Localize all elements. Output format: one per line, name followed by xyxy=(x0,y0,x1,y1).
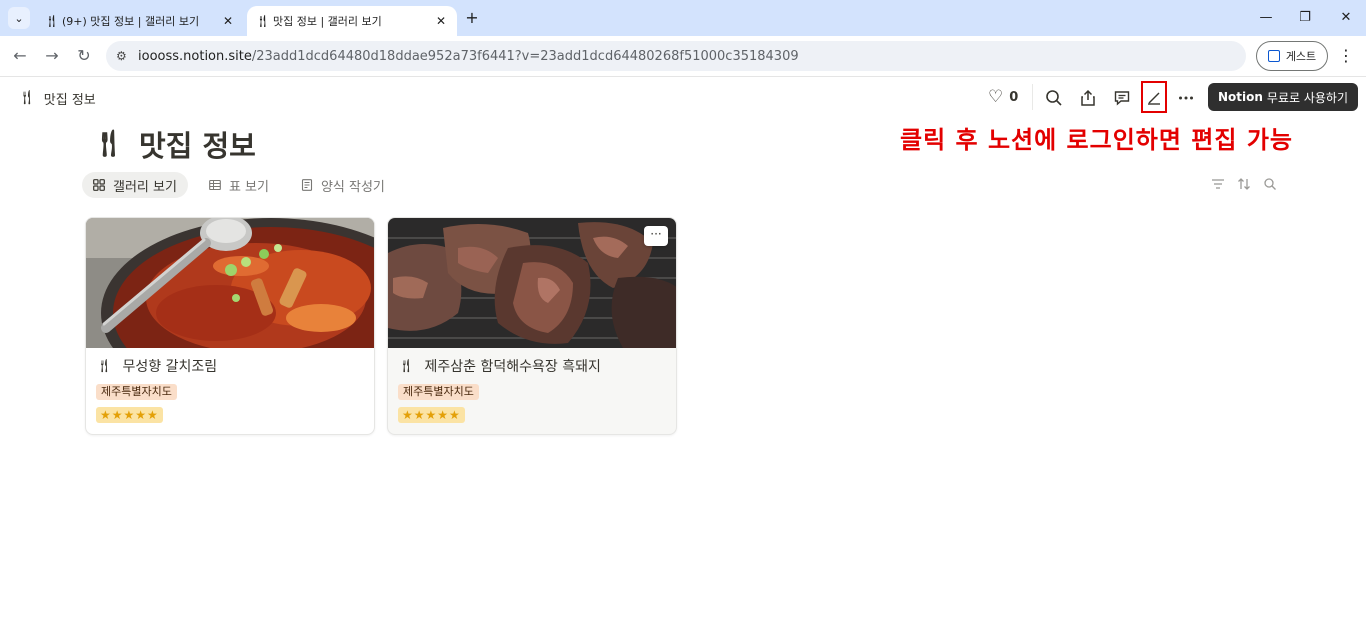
profile-label: 게스트 xyxy=(1285,50,1317,63)
card-title-text: 제주삼춘 함덕해수욕장 흑돼지 xyxy=(424,359,601,375)
gallery-card[interactable]: 🍴︎ 무성향 갈치조림 제주특별자치도 ★★★★★ xyxy=(85,217,375,435)
address-bar[interactable]: ⚙ ioooss.notion.site/23add1dcd64480d18dd… xyxy=(106,41,1246,71)
url-host: ioooss.notion.site xyxy=(138,48,252,64)
fork-knife-icon: 🍴︎ xyxy=(92,129,126,159)
minimize-button[interactable]: — xyxy=(1254,8,1278,28)
search-icon xyxy=(1046,90,1062,106)
profile-icon xyxy=(1267,50,1280,62)
fork-knife-icon: 🍴︎ xyxy=(398,358,415,374)
reload-button[interactable]: ↻ xyxy=(72,44,96,68)
tab-gallery-view[interactable]: 갤러리 보기 xyxy=(82,172,188,198)
fork-knife-icon: 🍴︎ xyxy=(96,358,113,374)
restore-button[interactable]: ❐ xyxy=(1293,8,1317,28)
gallery-icon xyxy=(93,179,105,191)
rating-tag: ★★★★★ xyxy=(96,407,163,423)
site-info-icon[interactable]: ⚙ xyxy=(116,49,138,63)
filter-icon[interactable] xyxy=(1210,176,1226,192)
comments-button[interactable] xyxy=(1110,86,1134,110)
card-cover-image xyxy=(86,218,374,348)
fork-knife-icon: 🍴︎ xyxy=(255,14,271,28)
card-title-text: 무성향 갈치조림 xyxy=(122,359,218,375)
region-tag: 제주특별자치도 xyxy=(96,384,177,400)
close-window-button[interactable]: ✕ xyxy=(1334,8,1358,28)
breadcrumb-label: 맛집 정보 xyxy=(43,92,96,108)
more-icon xyxy=(1179,96,1193,100)
view-tabs: 갤러리 보기 표 보기 양식 작성기 xyxy=(82,172,396,198)
like-count: 0 xyxy=(1009,89,1019,105)
forward-button[interactable]: → xyxy=(40,44,64,68)
page-title: 🍴︎ 맛집 정보 xyxy=(92,124,256,164)
fork-knife-icon: 🍴︎ xyxy=(44,14,60,28)
form-icon xyxy=(301,179,313,191)
card-cover-image xyxy=(388,218,676,348)
gallery-card[interactable]: ··· 🍴︎ 제주삼춘 함덕해수욕장 흑돼지 제주특별자치도 ★★★★★ xyxy=(387,217,677,435)
view-label: 갤러리 보기 xyxy=(113,179,177,195)
page-title-text[interactable]: 맛집 정보 xyxy=(139,123,256,165)
view-label: 표 보기 xyxy=(228,179,269,195)
more-options-button[interactable] xyxy=(1174,86,1198,110)
annotation-text: 클릭 후 노션에 로그인하면 편집 가능 xyxy=(900,126,1293,154)
browser-toolbar: ← → ↻ ⚙ ioooss.notion.site/23add1dcd6448… xyxy=(0,36,1366,77)
heart-icon: ♡ xyxy=(988,87,1004,107)
sort-icon[interactable] xyxy=(1236,176,1252,192)
browser-tab-1[interactable]: 🍴︎ (9+) 맛집 정보 | 갤러리 보기 ✕ xyxy=(36,6,244,36)
notion-brand: Notion xyxy=(1217,90,1263,104)
tab-search-button[interactable]: ⌄ xyxy=(8,7,30,29)
browser-tab-strip: ⌄ 🍴︎ (9+) 맛집 정보 | 갤러리 보기 ✕ 🍴︎ 맛집 정보 | 갤러… xyxy=(0,0,1366,36)
browser-tab-2[interactable]: 🍴︎ 맛집 정보 | 갤러리 보기 ✕ xyxy=(247,6,457,36)
table-icon xyxy=(209,179,221,191)
close-tab-icon[interactable]: ✕ xyxy=(433,14,449,28)
database-tools xyxy=(1210,176,1278,194)
back-button[interactable]: ← xyxy=(8,44,32,68)
share-button[interactable] xyxy=(1076,86,1100,110)
card-more-button[interactable]: ··· xyxy=(644,226,668,246)
grilled-black-pork-photo xyxy=(388,218,676,348)
tab-form-view[interactable]: 양식 작성기 xyxy=(290,172,396,198)
share-icon xyxy=(1081,89,1095,106)
like-button[interactable]: ♡ 0 xyxy=(988,86,1018,108)
view-label: 양식 작성기 xyxy=(320,179,385,195)
card-title: 🍴︎ 무성향 갈치조림 xyxy=(96,356,217,376)
region-tag: 제주특별자치도 xyxy=(398,384,479,400)
new-tab-button[interactable]: + xyxy=(462,8,482,28)
browser-menu-icon[interactable]: ⋮ xyxy=(1336,44,1356,68)
tab-title: 맛집 정보 | 갤러리 보기 xyxy=(273,15,382,28)
try-notion-button[interactable]: Notion 무료로 사용하기 xyxy=(1208,83,1358,111)
divider xyxy=(1032,84,1033,110)
fork-knife-icon: 🍴︎ xyxy=(18,90,36,106)
braised-hairtail-photo xyxy=(86,218,374,348)
profile-button[interactable]: 게스트 xyxy=(1256,41,1328,71)
breadcrumb[interactable]: 🍴︎ 맛집 정보 xyxy=(18,88,96,108)
url-path: /23add1dcd64480d18ddae952a73f6441?v=23ad… xyxy=(251,48,799,64)
search-icon[interactable] xyxy=(1262,176,1278,192)
edit-highlight-box xyxy=(1141,81,1167,113)
card-title: 🍴︎ 제주삼춘 함덕해수욕장 흑돼지 xyxy=(398,356,601,376)
rating-tag: ★★★★★ xyxy=(398,407,465,423)
tab-title: (9+) 맛집 정보 | 갤러리 보기 xyxy=(62,15,200,28)
close-tab-icon[interactable]: ✕ xyxy=(220,14,236,28)
tab-table-view[interactable]: 표 보기 xyxy=(198,172,280,198)
try-notion-label: 무료로 사용하기 xyxy=(1266,90,1349,105)
comment-icon xyxy=(1114,91,1130,106)
search-button[interactable] xyxy=(1042,86,1066,110)
